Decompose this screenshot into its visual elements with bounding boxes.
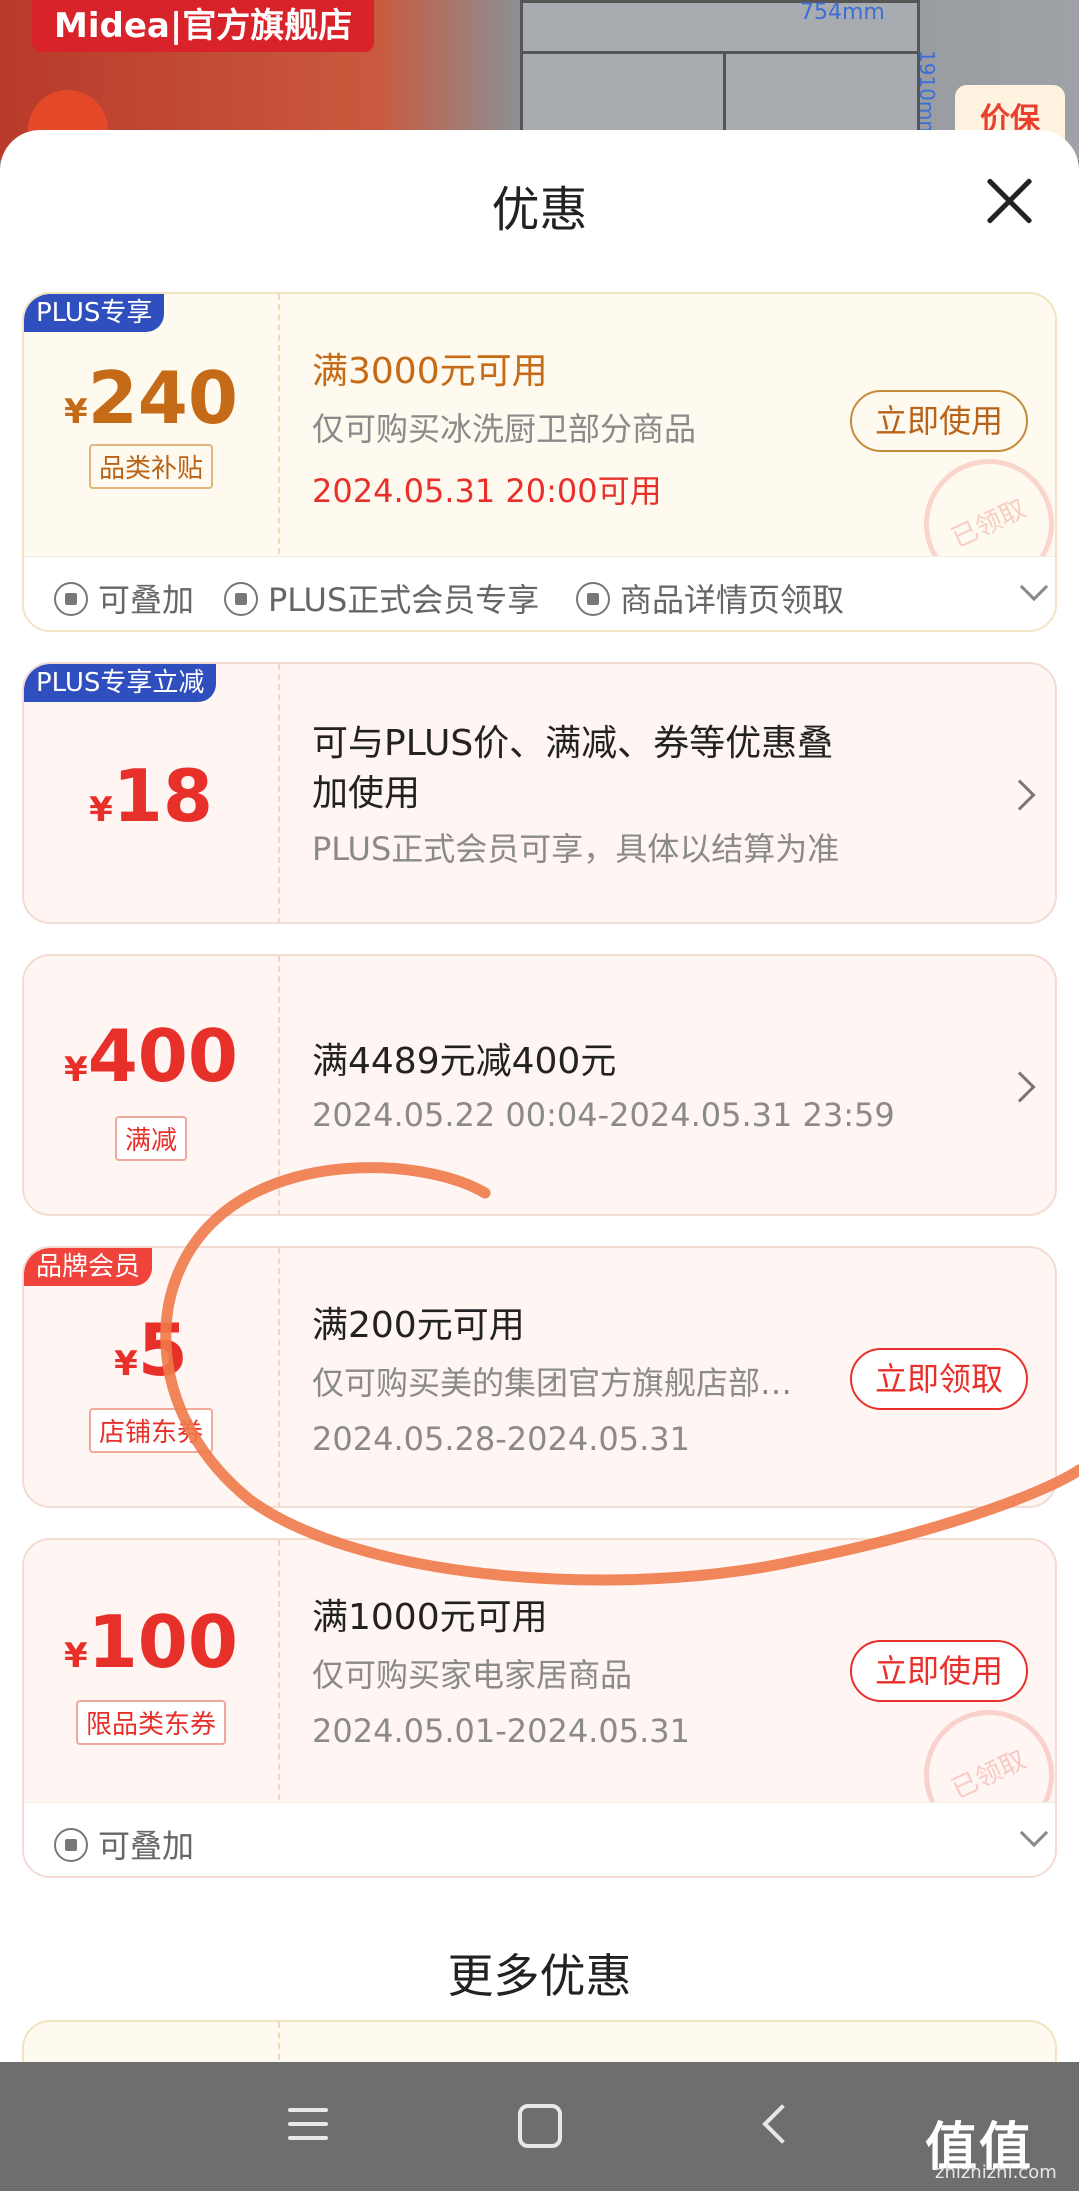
coupon-type-label: 品类补贴 <box>88 444 213 489</box>
coupon-date: 2024.05.28-2024.05.31 <box>312 1420 690 1458</box>
coupon-date: 2024.05.01-2024.05.31 <box>312 1712 690 1750</box>
coupon-card: ¥100 限品类东券 满1000元可用 仅可购买家电家居商品 2024.05.0… <box>22 1538 1057 1878</box>
coupon-amount: ¥5 <box>114 1308 188 1392</box>
plus-member-label: PLUS正式会员专享 <box>224 575 539 621</box>
coupon-title: 满200元可用 <box>312 1305 525 1346</box>
coupon-footer[interactable]: 可叠加 <box>24 1802 1055 1876</box>
coupon-card[interactable]: ¥400 满减 满4489元减400元 2024.05.22 00:04-202… <box>22 954 1057 1216</box>
coupon-footer[interactable]: 可叠加 PLUS正式会员专享 商品详情页领取 <box>24 556 1055 630</box>
coupon-title-cont: 加使用 <box>312 773 421 814</box>
discount-sheet: 优惠 PLUS专享 ¥240 品类补贴 满3000元可用 仅可购买冰洗厨卫部分商… <box>0 130 1079 2062</box>
claim-source-label: 商品详情页领取 <box>576 575 844 621</box>
stackable-label: 可叠加 <box>54 575 194 621</box>
use-now-button[interactable]: 立即使用 <box>850 1640 1028 1702</box>
chevron-down-icon[interactable] <box>1019 1818 1049 1848</box>
coupon-date: 2024.05.31 20:00可用 <box>312 472 662 510</box>
coupon-tag: PLUS专享立减 <box>24 664 217 702</box>
stack-icon <box>54 1828 88 1862</box>
ticket-icon <box>576 582 610 616</box>
coupon-title: 满1000元可用 <box>312 1597 548 1638</box>
height-dimension: 1910mm <box>915 50 939 140</box>
coupon-desc: 仅可购买冰洗厨卫部分商品 <box>312 410 697 448</box>
coupon-amount: ¥240 <box>64 356 238 440</box>
coupon-desc: 仅可购买美的集团官方旗舰店部… <box>312 1364 793 1402</box>
coupon-title: 满4489元减400元 <box>312 1041 617 1082</box>
watermark-url: zhizhizhi.com <box>935 2162 1057 2183</box>
coupon-card-partial[interactable] <box>22 2020 1057 2062</box>
chevron-down-icon[interactable] <box>1019 572 1049 602</box>
coupon-type-label: 限品类东券 <box>75 1700 226 1745</box>
back-icon[interactable] <box>750 2098 806 2154</box>
coupon-tag: 品牌会员 <box>24 1248 153 1286</box>
stackable-label: 可叠加 <box>54 1821 194 1867</box>
coupon-type-label: 满减 <box>114 1116 187 1161</box>
coupon-date: 2024.05.22 00:04-2024.05.31 23:59 <box>312 1096 895 1134</box>
more-discounts-title: 更多优惠 <box>447 1949 632 2003</box>
coupon-desc: PLUS正式会员可享，具体以结算为准 <box>312 830 840 868</box>
coupon-tag: PLUS专享 <box>24 294 165 332</box>
sheet-title: 优惠 <box>491 182 588 238</box>
chevron-right-icon[interactable] <box>1004 779 1036 811</box>
coupon-card: PLUS专享 ¥240 品类补贴 满3000元可用 仅可购买冰洗厨卫部分商品 2… <box>22 292 1057 632</box>
coupon-amount: ¥400 <box>64 1014 238 1098</box>
coupon-title: 满3000元可用 <box>312 351 548 392</box>
coupon-card[interactable]: PLUS专享立减 ¥18 可与PLUS价、满减、券等优惠叠 加使用 PLUS正式… <box>22 662 1057 924</box>
close-icon[interactable] <box>985 175 1035 225</box>
coupon-desc: 仅可购买家电家居商品 <box>312 1656 633 1694</box>
home-icon[interactable] <box>518 2104 562 2148</box>
coupon-card: 品牌会员 ¥5 店铺东券 满200元可用 仅可购买美的集团官方旗舰店部… 202… <box>22 1246 1057 1508</box>
use-now-button[interactable]: 立即使用 <box>850 390 1028 452</box>
stack-icon <box>54 582 88 616</box>
brand-logo: Midea|官方旗舰店 <box>32 0 375 52</box>
coupon-title: 可与PLUS价、满减、券等优惠叠 <box>312 723 834 764</box>
recent-apps-icon[interactable] <box>280 2098 336 2154</box>
chevron-right-icon[interactable] <box>1004 1071 1036 1103</box>
coupon-amount: ¥18 <box>89 754 213 838</box>
system-nav-bar <box>0 2062 1079 2191</box>
coupon-amount: ¥100 <box>64 1600 238 1684</box>
crown-icon <box>224 582 258 616</box>
claim-now-button[interactable]: 立即领取 <box>850 1348 1028 1410</box>
coupon-type-label: 店铺东券 <box>88 1408 213 1453</box>
width-dimension: 754mm <box>800 0 885 25</box>
